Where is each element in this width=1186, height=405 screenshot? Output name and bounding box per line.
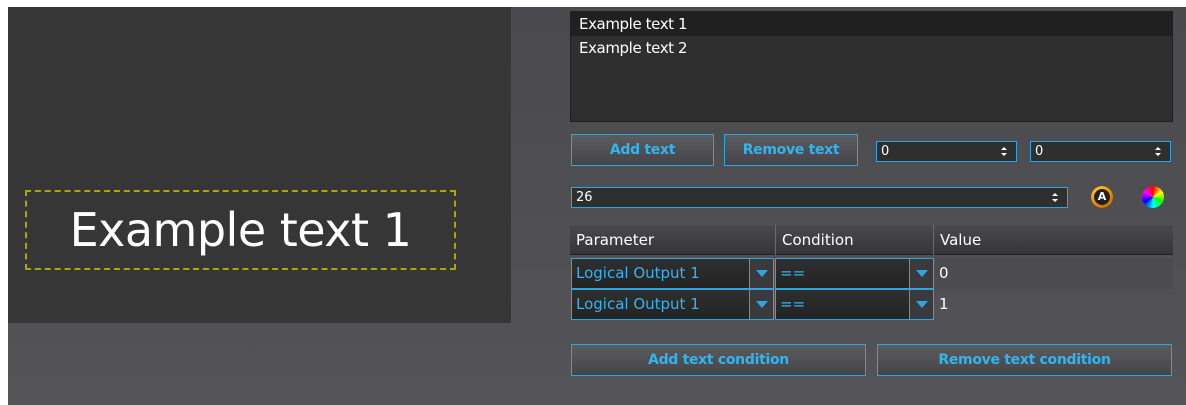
table-row: Logical Output 1 == 1 bbox=[570, 289, 1173, 320]
font-size-spinbox[interactable]: 26 bbox=[571, 187, 1068, 208]
font-size-value: 26 bbox=[576, 190, 593, 205]
position-x-value: 0 bbox=[881, 144, 890, 159]
conditions-table: Parameter Condition Value Logical Output… bbox=[570, 225, 1173, 320]
chevron-down-icon[interactable] bbox=[750, 258, 774, 289]
preview-text: Example text 1 bbox=[69, 203, 412, 257]
remove-text-button[interactable]: Remove text bbox=[724, 134, 858, 166]
list-item[interactable]: Example text 1 bbox=[571, 12, 1172, 36]
preview-text-frame[interactable]: Example text 1 bbox=[25, 190, 456, 270]
font-picker-icon[interactable]: A bbox=[1091, 186, 1113, 208]
remove-text-condition-button[interactable]: Remove text condition bbox=[877, 344, 1172, 376]
spin-arrows-icon[interactable] bbox=[1051, 190, 1059, 205]
app-window: Example text 1 Example text 1 Example te… bbox=[8, 7, 1186, 405]
text-list[interactable]: Example text 1 Example text 2 bbox=[570, 11, 1173, 122]
position-y-value: 0 bbox=[1035, 144, 1044, 159]
add-text-button[interactable]: Add text bbox=[571, 134, 714, 166]
color-picker-icon[interactable] bbox=[1142, 186, 1164, 208]
column-header-value[interactable]: Value bbox=[934, 225, 1173, 255]
row-background bbox=[935, 258, 1173, 289]
condition-value-cell[interactable]: 0 bbox=[939, 258, 949, 289]
table-row: Logical Output 1 == 0 bbox=[570, 258, 1173, 289]
spin-arrows-icon[interactable] bbox=[1154, 144, 1162, 159]
parameter-dropdown[interactable]: Logical Output 1 bbox=[571, 258, 750, 289]
chevron-down-icon[interactable] bbox=[910, 258, 934, 289]
font-glyph: A bbox=[1094, 189, 1110, 205]
position-x-spinbox[interactable]: 0 bbox=[876, 141, 1017, 162]
condition-value-cell[interactable]: 1 bbox=[939, 289, 949, 320]
condition-dropdown[interactable]: == bbox=[775, 289, 910, 320]
spin-arrows-icon[interactable] bbox=[1000, 144, 1008, 159]
add-text-condition-button[interactable]: Add text condition bbox=[571, 344, 866, 376]
chevron-down-icon[interactable] bbox=[750, 289, 774, 320]
list-item[interactable]: Example text 2 bbox=[571, 36, 1172, 60]
column-header-parameter[interactable]: Parameter bbox=[570, 225, 776, 255]
column-header-condition[interactable]: Condition bbox=[776, 225, 934, 255]
condition-dropdown[interactable]: == bbox=[775, 258, 910, 289]
chevron-down-icon[interactable] bbox=[910, 289, 934, 320]
position-y-spinbox[interactable]: 0 bbox=[1030, 141, 1171, 162]
table-header: Parameter Condition Value bbox=[570, 225, 1173, 255]
text-preview-canvas: Example text 1 bbox=[8, 7, 511, 323]
parameter-dropdown[interactable]: Logical Output 1 bbox=[571, 289, 750, 320]
